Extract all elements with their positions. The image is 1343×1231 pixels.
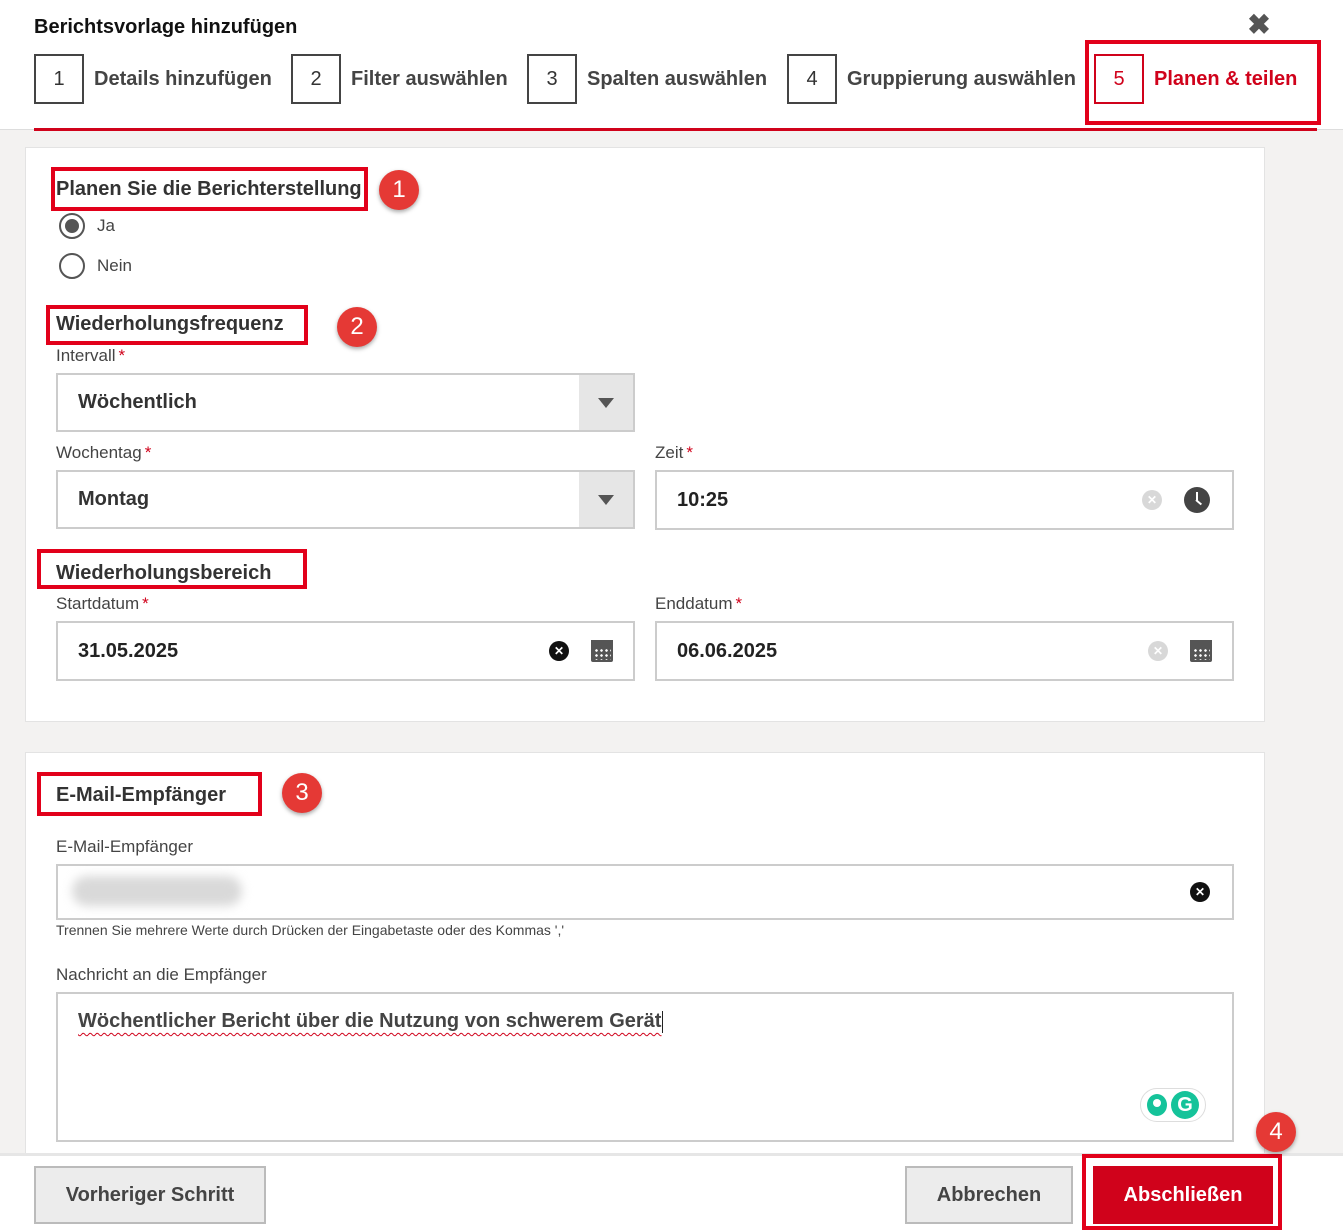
interval-label: Intervall * bbox=[56, 346, 126, 365]
time-value: 10:25 bbox=[677, 488, 729, 511]
step-label: Spalten auswählen bbox=[587, 67, 768, 90]
step-label: Filter auswählen bbox=[351, 67, 508, 90]
radio-circle bbox=[59, 253, 85, 279]
step-number: 4 bbox=[787, 54, 837, 104]
weekday-label: Wochentag * bbox=[56, 443, 152, 462]
step-4[interactable]: 4 Gruppierung auswählen bbox=[787, 54, 1076, 104]
step-2[interactable]: 2 Filter auswählen bbox=[291, 54, 508, 104]
message-text: Wöchentlicher Bericht über die Nutzung v… bbox=[78, 1010, 664, 1033]
annotation-badge-2: 2 bbox=[337, 307, 377, 347]
message-textarea[interactable]: Wöchentlicher Bericht über die Nutzung v… bbox=[56, 992, 1234, 1142]
start-date-input[interactable]: 31.05.2025 ✕ bbox=[56, 621, 635, 681]
previous-step-button[interactable]: Vorheriger Schritt bbox=[34, 1166, 266, 1224]
finish-button[interactable]: Abschließen bbox=[1093, 1166, 1273, 1224]
modal-footer: Vorheriger Schritt Abbrechen Abschließen bbox=[0, 1153, 1343, 1231]
radio-label: Nein bbox=[97, 256, 132, 275]
step-5[interactable]: 5 Planen & teilen bbox=[1094, 54, 1297, 104]
clear-icon[interactable]: ✕ bbox=[1190, 882, 1210, 902]
radio-label: Ja bbox=[97, 216, 115, 235]
step-label: Gruppierung auswählen bbox=[847, 67, 1076, 90]
recipients-label: E-Mail-Empfänger bbox=[56, 837, 193, 856]
message-label: Nachricht an die Empfänger bbox=[56, 965, 267, 984]
chevron-down-icon bbox=[579, 375, 633, 430]
end-date-input[interactable]: 06.06.2025 ✕ bbox=[655, 621, 1234, 681]
email-card: E-Mail-Empfänger E-Mail-Empfänger ✕ Tren… bbox=[25, 752, 1265, 1172]
close-icon[interactable]: ✖ bbox=[1246, 11, 1272, 39]
end-date-label: Enddatum * bbox=[655, 594, 743, 613]
cancel-button[interactable]: Abbrechen bbox=[905, 1166, 1073, 1224]
step-3[interactable]: 3 Spalten auswählen bbox=[527, 54, 767, 104]
lightbulb-icon bbox=[1147, 1094, 1167, 1116]
time-input[interactable]: 10:25 ✕ bbox=[655, 470, 1234, 530]
active-step-underline bbox=[34, 128, 1317, 131]
recipients-input[interactable]: ✕ bbox=[56, 864, 1234, 920]
annotation-badge-3: 3 bbox=[282, 773, 322, 813]
radio-no[interactable]: Nein bbox=[59, 253, 132, 279]
clock-icon[interactable] bbox=[1184, 487, 1210, 513]
annotation-badge-1: 1 bbox=[379, 170, 419, 210]
recipient-chip bbox=[72, 876, 242, 906]
time-label: Zeit * bbox=[655, 443, 693, 462]
step-number: 1 bbox=[34, 54, 84, 104]
grammarly-icon: G bbox=[1171, 1091, 1199, 1119]
modal-title: Berichtsvorlage hinzufügen bbox=[34, 16, 298, 38]
chevron-down-icon bbox=[579, 472, 633, 527]
modal-header: Berichtsvorlage hinzufügen ✖ 1 Details h… bbox=[0, 0, 1343, 131]
step-number: 3 bbox=[527, 54, 577, 104]
step-number: 5 bbox=[1094, 54, 1144, 104]
radio-circle bbox=[59, 213, 85, 239]
start-date-value: 31.05.2025 bbox=[78, 639, 179, 662]
step-label: Planen & teilen bbox=[1154, 67, 1298, 90]
start-date-label: Startdatum * bbox=[56, 594, 149, 613]
calendar-icon[interactable] bbox=[591, 640, 613, 662]
schedule-title: Planen Sie die Berichterstellung bbox=[56, 178, 362, 200]
range-title: Wiederholungsbereich bbox=[56, 562, 272, 584]
clear-icon[interactable]: ✕ bbox=[549, 641, 569, 661]
annotation-badge-4: 4 bbox=[1256, 1112, 1296, 1152]
radio-yes[interactable]: Ja bbox=[59, 213, 115, 239]
text-caret bbox=[662, 1010, 664, 1033]
end-date-value: 06.06.2025 bbox=[677, 639, 778, 662]
step-number: 2 bbox=[291, 54, 341, 104]
interval-value: Wöchentlich bbox=[78, 391, 197, 413]
weekday-select[interactable]: Montag bbox=[56, 470, 635, 529]
schedule-card: Planen Sie die Berichterstellung Ja Nein… bbox=[25, 147, 1265, 722]
recipients-helper-text: Trennen Sie mehrere Werte durch Drücken … bbox=[56, 922, 565, 938]
calendar-icon[interactable] bbox=[1190, 640, 1212, 662]
weekday-value: Montag bbox=[78, 488, 150, 510]
step-label: Details hinzufügen bbox=[94, 67, 272, 90]
frequency-title: Wiederholungsfrequenz bbox=[56, 313, 284, 335]
clear-icon[interactable]: ✕ bbox=[1142, 490, 1162, 510]
email-title: E-Mail-Empfänger bbox=[56, 784, 227, 806]
step-1[interactable]: 1 Details hinzufügen bbox=[34, 54, 272, 104]
interval-select[interactable]: Wöchentlich bbox=[56, 373, 635, 432]
grammarly-widget[interactable]: G bbox=[1140, 1088, 1206, 1122]
clear-icon[interactable]: ✕ bbox=[1148, 641, 1168, 661]
